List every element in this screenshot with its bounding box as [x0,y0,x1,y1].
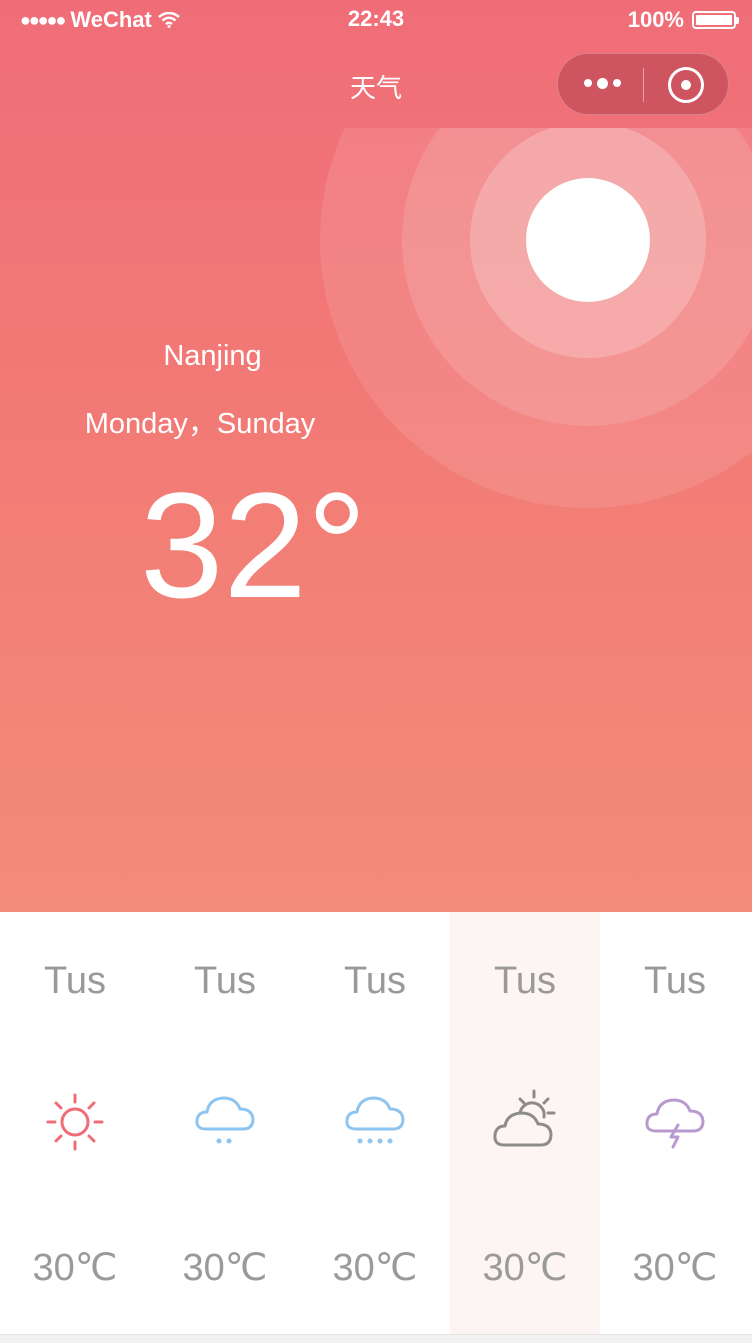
forecast-temp: 30℃ [632,1247,718,1289]
battery-icon [692,11,739,29]
sunny-icon [46,1093,104,1151]
forecast-temp: 30℃ [32,1247,118,1289]
forecast-day-1[interactable]: Tus 30℃ [0,912,150,1334]
weather-header: ●●●●● WeChat 22:43 100% 天气 Nanjing Monda… [0,0,752,912]
forecast-day-name: Tus [494,960,556,1002]
forecast-day-3[interactable]: Tus 30℃ [300,912,450,1334]
capsule-divider [643,68,644,102]
forecast-day-name: Tus [194,960,256,1002]
thunderstorm-icon [645,1098,705,1149]
status-right: 100% [627,7,739,33]
date-text: Monday，Sunday [84,408,316,440]
forecast-day-2[interactable]: Tus 30℃ [150,912,300,1334]
heavy-rain-icon [345,1096,405,1144]
forecast-day-4[interactable]: Tus 30℃ [450,912,600,1334]
forecast-day-name: Tus [344,960,406,1002]
forecast-day-name: Tus [644,960,706,1002]
light-rain-icon [195,1096,255,1144]
mini-program-capsule [557,53,729,115]
sun-decoration [0,128,752,912]
more-icon[interactable] [580,68,624,98]
forecast-day-name: Tus [44,960,106,1002]
forecast-temp: 30℃ [332,1247,418,1289]
current-temperature: 32° [140,461,367,629]
city-name: Nanjing [163,340,262,372]
close-program-icon[interactable] [668,67,704,103]
partly-cloudy-icon [493,1089,556,1147]
status-bar: ●●●●● WeChat 22:43 100% [0,0,752,40]
forecast-temp: 30℃ [182,1247,268,1289]
forecast-day-5[interactable]: Tus 30℃ [600,912,750,1334]
battery-percent: 100% [627,7,684,32]
sun-icon [526,178,650,302]
forecast-temp: 30℃ [482,1247,568,1289]
forecast-list: Tus 30℃ Tus 30℃ Tus 30℃ Tus 30℃ Tus 30℃ [0,912,752,1334]
